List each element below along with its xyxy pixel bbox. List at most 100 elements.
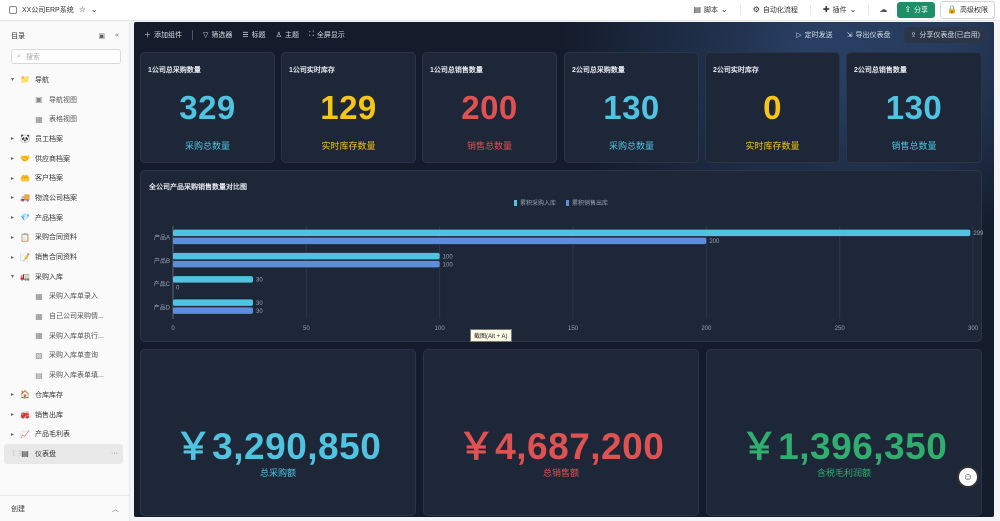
- caret-right-icon[interactable]: ▸: [11, 214, 19, 221]
- sidebar-item-label: 采购入库表单填...: [49, 372, 104, 380]
- kpi-title: 1公司总销售数量: [430, 67, 483, 74]
- caret-right-icon[interactable]: ▸: [11, 135, 19, 142]
- sidebar-item-icon: 🤝: [20, 154, 30, 164]
- data-label: 30: [256, 309, 263, 315]
- kpi-value: 129: [320, 89, 377, 126]
- caret-right-icon[interactable]: ▸: [11, 411, 19, 418]
- sidebar-item[interactable]: ▧ 采购入库单查询: [0, 346, 129, 366]
- data-label: 100: [443, 254, 454, 260]
- theme-button[interactable]: ♙ 主题: [276, 30, 299, 40]
- scheduled-send-button[interactable]: ▷ 定时发送: [796, 30, 832, 40]
- kpi-label: 销售总数量: [891, 141, 937, 151]
- caret-right-icon[interactable]: ▸: [11, 175, 19, 182]
- share-button[interactable]: ⇪ 分享: [897, 2, 936, 18]
- sidebar-item[interactable]: ▸ 📝 销售合同资料: [0, 247, 129, 267]
- sidebar-footer[interactable]: 创建 ︿: [0, 495, 129, 521]
- sidebar-item[interactable]: ▣ 导航视图: [0, 90, 129, 110]
- kpi-card[interactable]: 2公司总采购数量 130 采购总数量: [564, 52, 699, 163]
- sidebar-item[interactable]: ▸ 📈 产品毛利表: [0, 424, 129, 444]
- sidebar-item-icon: ▦: [35, 291, 43, 301]
- sidebar-item[interactable]: ▸ 🐼 员工档案: [0, 129, 129, 149]
- share-dashboard-button[interactable]: ⇪ 分享仪表盘(已启用): [904, 26, 986, 43]
- sidebar-item-label: 导航视图: [49, 96, 77, 104]
- caret-down-icon[interactable]: ▾: [11, 273, 19, 280]
- chart-card[interactable]: 全公司产品采购销售数量对比图 累积采购入库 累积销售出库 0 50 100 150 20…: [140, 170, 983, 342]
- caret-down-icon[interactable]: ▾: [11, 76, 19, 83]
- caret-right-icon[interactable]: ▸: [11, 391, 19, 398]
- assistant-icon[interactable]: ☺: [957, 466, 979, 488]
- title-icon: ☰: [242, 31, 249, 39]
- kpi-label: 销售总数量: [466, 141, 512, 151]
- create-label: 创建: [11, 505, 25, 513]
- title-button[interactable]: ☰ 标题: [242, 30, 265, 40]
- caret-right-icon[interactable]: ▸: [11, 234, 19, 241]
- sidebar-item[interactable]: ▦ 采购入库单录入: [0, 287, 129, 307]
- sidebar-item[interactable]: ▸ 📋 采购合同资料: [0, 228, 129, 248]
- kpi-card[interactable]: 1公司总采购数量 329 采购总数量: [140, 52, 275, 163]
- total-label: 含税毛利润额: [816, 468, 871, 478]
- sidebar-item[interactable]: ▾ 📁 导航: [0, 70, 129, 90]
- drag-handle-icon[interactable]: ⋮⋮: [11, 450, 23, 457]
- sidebar-item[interactable]: ▦ 采购入库单执行...: [0, 326, 129, 346]
- filter-button[interactable]: ▽ 筛选器: [203, 30, 232, 40]
- caret-right-icon[interactable]: ▸: [11, 254, 19, 261]
- x-tick-label: 100: [435, 326, 446, 332]
- sidebar-item[interactable]: ▸ 🚒 销售出库: [0, 405, 129, 425]
- sidebar-item[interactable]: ▦ 自己公司采购情...: [0, 306, 129, 326]
- sidebar-item-label: 自己公司采购情...: [49, 313, 104, 321]
- sidebar-item-label: 供应商档案: [35, 155, 70, 163]
- layout-icon[interactable]: ▣: [98, 32, 105, 40]
- sidebar-item[interactable]: ⋮⋮ ▤ 仪表盘 ···: [4, 444, 123, 464]
- plugins-button[interactable]: ✚ 插件 ⌄: [816, 5, 863, 15]
- caret-right-icon[interactable]: ▸: [11, 155, 19, 162]
- fullscreen-button[interactable]: ⛶ 全屏显示: [309, 30, 345, 40]
- sidebar-item[interactable]: ▸ 🤲 客户档案: [0, 168, 129, 188]
- sidebar-item[interactable]: ▸ 🤝 供应商档案: [0, 149, 129, 169]
- kpi-card[interactable]: 2公司总销售数量 130 销售总数量: [846, 52, 982, 163]
- caret-right-icon[interactable]: ▸: [11, 431, 19, 438]
- sidebar-item-icon: 🤲: [20, 173, 30, 183]
- sidebar-header: 目录 ▣ «: [0, 22, 129, 47]
- add-component-button[interactable]: ＋添加组件: [144, 30, 182, 40]
- top-bar: XX公司ERP系统 ☆ ⌄ ▤ 脚本 ⌄ ⚙ 自动化流程 ✚ 插件 ⌄ ☁ ⇪ 分享 🔒 高级…: [0, 0, 1000, 21]
- search-input[interactable]: ⌕ 搜索: [11, 49, 121, 64]
- star-icon[interactable]: ☆: [79, 6, 86, 14]
- sidebar-item-label: 采购入库单查询: [49, 352, 98, 360]
- total-card[interactable]: ￥3,290,850 总采购额: [140, 349, 416, 516]
- sidebar-item-label: 销售合同资料: [35, 254, 77, 262]
- cloud-icon[interactable]: ☁: [874, 6, 892, 14]
- total-card[interactable]: ￥1,396,350 含税毛利润额: [706, 349, 982, 516]
- script-button[interactable]: ▤ 脚本 ⌄: [686, 5, 734, 15]
- kpi-card[interactable]: 1公司总销售数量 200 销售总数量: [422, 52, 557, 163]
- export-dashboard-button[interactable]: ⇲ 导出仪表盘: [847, 30, 891, 40]
- sidebar-item[interactable]: ▦ 表格视图: [0, 109, 129, 129]
- bar: [173, 299, 253, 306]
- chevron-down-icon[interactable]: ⌄: [91, 6, 98, 14]
- kpi-card[interactable]: 2公司实时库存 0 实时库存数量: [705, 52, 840, 163]
- kpi-value: 329: [179, 89, 236, 126]
- collapse-sidebar-icon[interactable]: «: [115, 32, 119, 40]
- more-icon[interactable]: ···: [111, 450, 123, 457]
- caret-right-icon[interactable]: ▸: [11, 194, 19, 201]
- sidebar-item[interactable]: ▸ 🚚 物流公司档案: [0, 188, 129, 208]
- advanced-permission-button[interactable]: 🔒 高级权限: [940, 1, 995, 19]
- total-card[interactable]: ￥4,687,200 总销售额: [423, 349, 699, 516]
- sidebar-item[interactable]: ▾ 🚛 采购入库: [0, 267, 129, 287]
- sidebar-item-label: 采购入库单执行...: [49, 332, 104, 340]
- bar-chart: 0 50 100 150 200 250 300产品A299200产品B100100产品C3…: [154, 226, 983, 332]
- sidebar-item-icon: ▦: [35, 311, 43, 321]
- sidebar-item[interactable]: ▸ 🏠 仓库库存: [0, 385, 129, 405]
- divider: [192, 29, 193, 40]
- filter-label: 筛选器: [211, 31, 233, 39]
- x-tick-label: 200: [701, 326, 712, 332]
- kpi-title: 1公司总采购数量: [148, 67, 201, 74]
- chevron-up-icon[interactable]: ︿: [112, 504, 119, 514]
- add-component-label: 添加组件: [154, 31, 182, 39]
- share-icon: ⇪: [904, 5, 912, 14]
- sidebar-item-icon: 🚚: [20, 193, 30, 203]
- automation-button[interactable]: ⚙ 自动化流程: [746, 5, 805, 15]
- data-label: 30: [256, 278, 263, 284]
- kpi-card[interactable]: 1公司实时库存 129 实时库存数量: [281, 52, 416, 163]
- sidebar-item[interactable]: ▸ 💎 产品档案: [0, 208, 129, 228]
- sidebar-item[interactable]: ▤ 采购入库表单填...: [0, 365, 129, 385]
